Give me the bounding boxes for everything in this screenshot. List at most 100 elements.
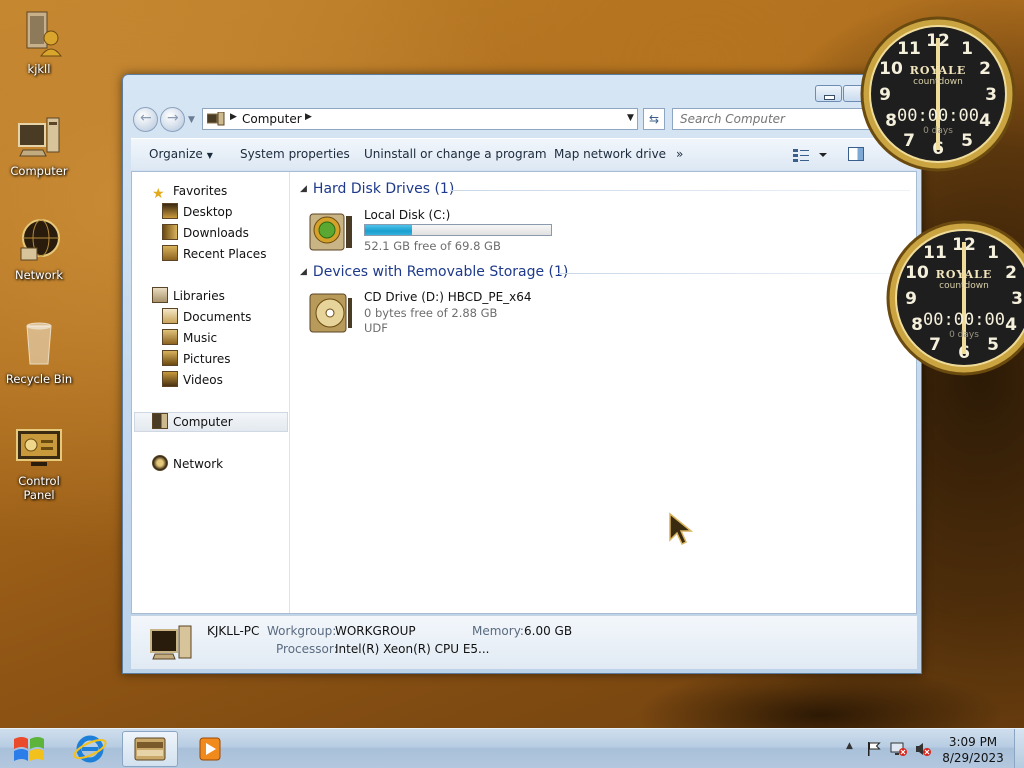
collapse-triangle-icon[interactable]: ◢	[300, 184, 307, 194]
show-desktop-button[interactable]	[1014, 729, 1024, 768]
media-player-icon	[199, 737, 221, 761]
desktop-icon-label: Control Panel	[18, 474, 60, 502]
back-arrow-icon: ←	[140, 110, 152, 126]
cd-drive-icon	[309, 293, 352, 333]
breadcrumb-separator-icon[interactable]: ▶	[230, 112, 237, 122]
documents-icon	[162, 308, 178, 324]
desktop-icon-network[interactable]: Network	[2, 216, 76, 282]
processor-label: Processor:	[276, 642, 338, 656]
show-hidden-icons-button[interactable]: ▲	[846, 741, 853, 751]
command-bar: Organize ▼ System properties Uninstall or…	[131, 138, 915, 170]
nav-item-libraries[interactable]: Libraries	[152, 287, 225, 305]
workgroup-value: WORKGROUP	[335, 624, 416, 638]
nav-item-favorites[interactable]: ★ Favorites	[152, 182, 228, 202]
desktop-icon-computer[interactable]: Computer	[2, 114, 76, 178]
nav-item-recent-places[interactable]: Recent Places	[162, 245, 266, 263]
processor-value: Intel(R) Xeon(R) CPU E5...	[335, 642, 490, 656]
drive-cd-d[interactable]: CD Drive (D:) HBCD_PE_x64 0 bytes free o…	[308, 290, 568, 340]
group-title: Devices with Removable Storage (1)	[312, 264, 569, 280]
nav-label: Documents	[183, 310, 252, 324]
recent-pages-dropdown[interactable]: ▼	[188, 115, 195, 125]
recycle-bin-icon	[26, 322, 52, 365]
nav-item-network[interactable]: Network	[152, 455, 223, 473]
organize-label: Organize	[149, 147, 203, 161]
breadcrumb-computer[interactable]: Computer	[242, 112, 302, 126]
group-header-hard-disk-drives[interactable]: ◢ Hard Disk Drives (1)	[300, 181, 454, 197]
taskbar-internet-explorer[interactable]	[62, 731, 118, 767]
nav-label: Favorites	[173, 184, 228, 198]
search-box[interactable]	[672, 108, 872, 130]
map-network-drive-button[interactable]: Map network drive	[554, 147, 666, 161]
svg-text:9: 9	[879, 85, 891, 105]
drive-name: Local Disk (C:)	[364, 208, 451, 222]
network-status-icon[interactable]	[890, 741, 908, 757]
address-dropdown-icon[interactable]: ▼	[627, 113, 634, 123]
collapse-triangle-icon[interactable]: ◢	[300, 267, 307, 277]
window-titlebar[interactable]	[123, 75, 921, 105]
organize-button[interactable]: Organize ▼	[149, 147, 213, 161]
forward-button[interactable]: →	[160, 107, 185, 132]
more-commands-button[interactable]: »	[676, 147, 683, 161]
drive-free-space: 52.1 GB free of 69.8 GB	[364, 239, 501, 253]
computer-small-icon	[207, 112, 225, 126]
nav-label: Network	[173, 457, 224, 471]
computer-large-icon	[150, 625, 192, 660]
breadcrumb-separator-icon[interactable]: ▶	[305, 112, 312, 122]
taskbar: ▲ 3:09 PM 8/29/2023	[0, 728, 1024, 768]
group-header-removable-storage[interactable]: ◢ Devices with Removable Storage (1)	[300, 264, 568, 280]
address-row: ← → ▼ ▶ Computer ▶ ▼ ⇆	[131, 106, 915, 134]
control-panel-icon	[16, 429, 62, 466]
music-icon	[162, 329, 178, 345]
pictures-icon	[162, 350, 178, 366]
nav-item-downloads[interactable]: Downloads	[162, 224, 249, 242]
search-input[interactable]	[673, 109, 871, 129]
taskbar-explorer-active[interactable]	[122, 731, 178, 767]
system-properties-button[interactable]: System properties	[240, 147, 350, 161]
system-clock[interactable]: 3:09 PM 8/29/2023	[936, 734, 1010, 766]
back-button[interactable]: ←	[133, 107, 158, 132]
memory-value: 6.00 GB	[524, 624, 573, 638]
svg-text:1: 1	[961, 39, 973, 59]
group-divider	[450, 190, 910, 191]
desktop-folder-icon	[162, 203, 178, 219]
countdown-gadget-2[interactable]: 1212 345 678 91011 ROYALE countdown 00:0…	[884, 218, 1024, 378]
clock-face-icon: 1212 345 678 91011	[886, 220, 1024, 376]
group-divider	[558, 273, 910, 274]
clock-face-icon: 1212 345 678 91011	[860, 16, 1016, 172]
countdown-days: 0 days	[923, 126, 953, 136]
volume-muted-icon[interactable]	[914, 741, 932, 757]
nav-label: Videos	[183, 373, 223, 387]
downloads-folder-icon	[162, 224, 178, 240]
nav-item-pictures[interactable]: Pictures	[162, 350, 231, 368]
desktop-icon-recycle-bin[interactable]: Recycle Bin	[2, 320, 76, 386]
refresh-button[interactable]: ⇆	[643, 108, 665, 130]
nav-item-desktop[interactable]: Desktop	[162, 203, 233, 221]
desktop-icon-user-folder[interactable]: kjkll	[2, 8, 76, 76]
desktop-icon-control-panel[interactable]: Control Panel	[2, 424, 76, 502]
address-bar[interactable]: ▶ Computer ▶ ▼	[202, 108, 638, 130]
memory-label: Memory:	[472, 624, 524, 638]
nav-item-documents[interactable]: Documents	[162, 308, 251, 326]
nav-label: Recent Places	[183, 247, 267, 261]
change-view-icon[interactable]	[793, 148, 829, 162]
clock-time: 3:09 PM	[948, 735, 998, 749]
drive-local-disk-c[interactable]: Local Disk (C:) 52.1 GB free of 69.8 GB	[308, 208, 568, 256]
network-globe-icon	[20, 219, 60, 261]
nav-label: Computer	[173, 415, 233, 429]
workgroup-label: Workgroup:	[267, 624, 337, 638]
gadget-brand: ROYALE	[909, 64, 967, 77]
nav-item-music[interactable]: Music	[162, 329, 217, 347]
taskbar-media-player[interactable]	[182, 731, 238, 767]
network-icon	[152, 455, 168, 471]
uninstall-program-button[interactable]: Uninstall or change a program	[364, 147, 547, 161]
action-center-flag-icon[interactable]	[866, 741, 882, 757]
minimize-button[interactable]	[815, 85, 842, 102]
nav-item-videos[interactable]: Videos	[162, 371, 223, 389]
explorer-folder-icon	[134, 737, 166, 761]
navigation-pane: ★ Favorites Desktop Downloads Recent Plac…	[132, 172, 290, 613]
start-button[interactable]	[4, 731, 56, 767]
mouse-cursor-icon	[669, 512, 694, 546]
countdown-days: 0 days	[949, 330, 979, 340]
nav-item-computer[interactable]: Computer	[152, 413, 233, 431]
countdown-gadget-1[interactable]: 1212 345 678 91011 ROYALE countdown 00:0…	[858, 14, 1018, 174]
